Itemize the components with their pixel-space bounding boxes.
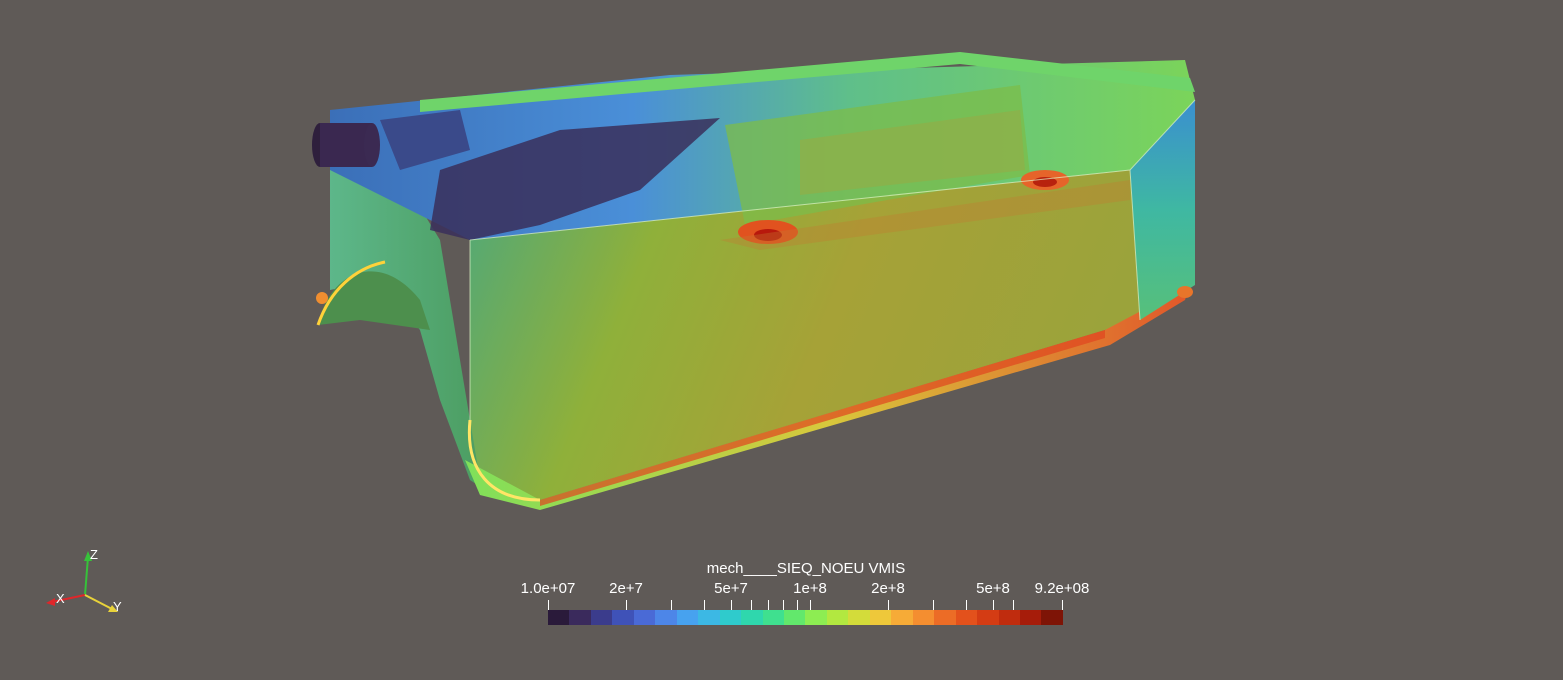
color-swatch xyxy=(998,610,1020,625)
color-swatch xyxy=(891,610,913,625)
tick-mark xyxy=(1062,600,1063,610)
tick-label: 5e+7 xyxy=(714,580,748,597)
tick-label: 1.0e+07 xyxy=(520,580,576,597)
color-swatch xyxy=(548,610,570,625)
color-swatch xyxy=(655,610,677,625)
axis-x-label: X xyxy=(56,591,65,606)
tick-mark xyxy=(768,600,769,610)
color-swatch xyxy=(826,610,849,625)
color-swatch xyxy=(719,610,742,625)
scalar-bar-legend: mech____SIEQ_NOEU VMIS 1.0e+07 2e+7 5e+7… xyxy=(521,560,1089,626)
color-swatch xyxy=(590,610,613,625)
tick-mark xyxy=(966,600,967,610)
color-swatch xyxy=(1019,610,1042,625)
tick-mark xyxy=(797,600,798,610)
color-swatch xyxy=(612,610,634,625)
tick-mark xyxy=(783,600,784,610)
tick-mark xyxy=(671,600,672,610)
color-swatch xyxy=(912,610,935,625)
color-swatch xyxy=(805,610,827,625)
tick-mark xyxy=(751,600,752,610)
tick-mark xyxy=(1013,600,1014,610)
axis-y-label: Y xyxy=(113,599,122,614)
tick-mark xyxy=(704,600,705,610)
orientation-axes: Z X Y xyxy=(40,545,140,625)
tick-label: 1e+8 xyxy=(793,580,827,597)
scalar-bar-title: mech____SIEQ_NOEU VMIS xyxy=(706,560,906,577)
color-swatch xyxy=(783,610,806,625)
tick-mark xyxy=(548,600,549,610)
color-swatch xyxy=(762,610,784,625)
color-swatch xyxy=(633,610,656,625)
color-swatch xyxy=(869,610,892,625)
tick-mark xyxy=(888,600,889,610)
color-swatch xyxy=(698,610,720,625)
render-viewport[interactable]: mech____SIEQ_NOEU VMIS 1.0e+07 2e+7 5e+7… xyxy=(0,0,1563,680)
color-swatch xyxy=(934,610,956,625)
tick-label: 9.2e+08 xyxy=(1034,580,1090,597)
axis-z-label: Z xyxy=(90,547,98,562)
tick-mark xyxy=(993,600,994,610)
tick-mark xyxy=(810,600,811,610)
tick-mark xyxy=(731,600,732,610)
color-gradient-bar xyxy=(548,610,1063,625)
color-swatch xyxy=(1041,610,1063,625)
color-swatch xyxy=(955,610,978,625)
tick-label: 2e+7 xyxy=(609,580,643,597)
color-swatch xyxy=(676,610,699,625)
color-swatch xyxy=(848,610,870,625)
color-swatch xyxy=(741,610,763,625)
color-swatch xyxy=(569,610,591,625)
tick-mark xyxy=(933,600,934,610)
color-swatch xyxy=(977,610,999,625)
tick-mark xyxy=(626,600,627,610)
tick-label: 2e+8 xyxy=(871,580,905,597)
tick-label: 5e+8 xyxy=(976,580,1010,597)
